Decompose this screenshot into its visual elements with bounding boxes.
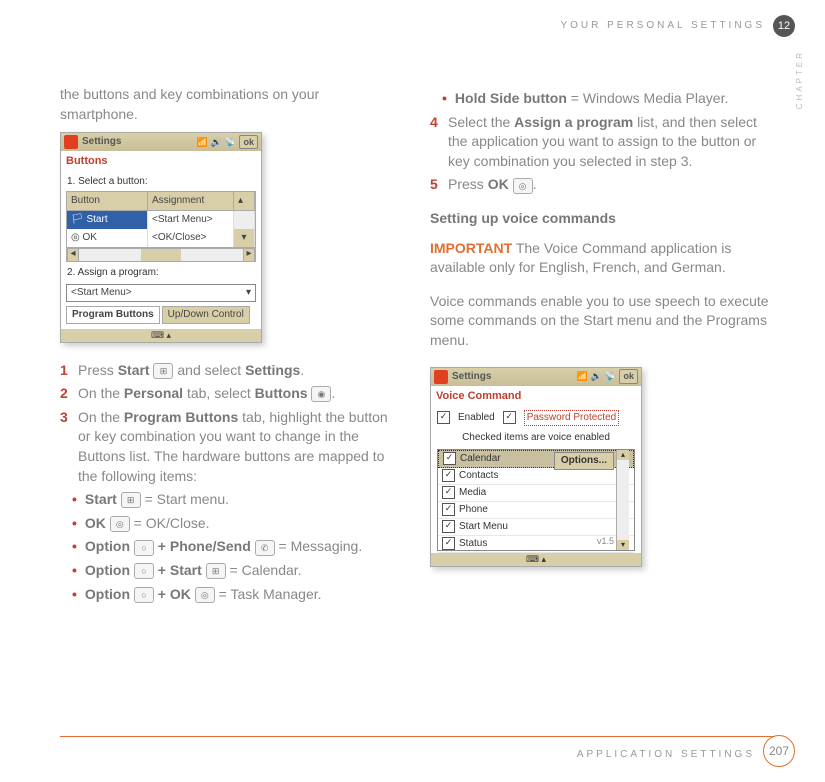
phone-icon: ✆ [255, 540, 275, 556]
start-icon: ⊞ [121, 492, 141, 508]
list-item[interactable]: ✓Phone [438, 502, 634, 519]
scroll-up-arrow[interactable]: ▴ [617, 450, 629, 460]
bullet-ok: • OK ◎ = OK/Close. [72, 514, 400, 534]
list-item[interactable]: ✓Media [438, 485, 634, 502]
list-item[interactable]: ✓Start Menu [438, 519, 634, 536]
ok-row-assign: <OK/Close> [148, 229, 234, 247]
tab-bar: Program Buttons Up/Down Control [66, 306, 256, 324]
options-button[interactable]: Options... [554, 452, 614, 470]
scrollbar-thumb[interactable] [141, 249, 181, 261]
ok-icon: ◎ [513, 178, 533, 194]
option-icon: ○ [134, 540, 154, 556]
scroll-down-arrow[interactable]: ▾ [617, 540, 629, 550]
list-item[interactable]: ✓Contacts [438, 468, 634, 485]
start-icon: ⊞ [206, 563, 226, 579]
option-icon: ○ [134, 563, 154, 579]
titlebar: Settings 📶 🔊 📡 ok [61, 133, 261, 151]
scroll-right-arrow[interactable]: ▸ [243, 249, 255, 261]
footer-text: APPLICATION SETTINGS [577, 749, 755, 760]
bullet-option-ok: • Option ○ + OK ◎ = Task Manager. [72, 585, 400, 605]
scroll-up-arrow[interactable]: ▴ [234, 192, 255, 210]
enabled-checkbox[interactable]: ✓ [437, 411, 450, 424]
window-title: Settings [82, 135, 193, 149]
bullet-start: • Start ⊞ = Start menu. [72, 490, 400, 510]
password-checkbox[interactable]: ✓ [503, 411, 516, 424]
ok-icon: ◎ [195, 587, 215, 603]
voice-paragraph: Voice commands enable you to use speech … [430, 292, 770, 351]
item-checkbox[interactable]: ✓ [442, 486, 455, 499]
important-block: IMPORTANT The Voice Command application … [430, 239, 770, 278]
assign-program-dropdown[interactable]: <Start Menu> ▾ [66, 284, 256, 302]
section-label-voice: Voice Command [431, 386, 641, 407]
tab-program-buttons[interactable]: Program Buttons [66, 306, 160, 324]
screenshot-buttons-settings: Settings 📶 🔊 📡 ok Buttons 1. Select a bu… [60, 132, 262, 342]
start-row-button: 🏳 Start [67, 211, 148, 229]
item-checkbox[interactable]: ✓ [442, 469, 455, 482]
header-section: YOUR PERSONAL SETTINGS [560, 20, 765, 31]
tab-updown-control[interactable]: Up/Down Control [162, 306, 250, 324]
chapter-number-badge: 12 [773, 15, 795, 37]
ok-icon: ◎ [110, 516, 130, 532]
titlebar-ok-button[interactable]: ok [619, 369, 638, 384]
item-checkbox[interactable]: ✓ [442, 537, 455, 550]
voice-items-listbox: ✓Calendar ✓Contacts ✓Media ✓Phone ✓Start… [437, 449, 635, 551]
step-3: 3 On the Program Buttons tab, highlight … [60, 408, 400, 486]
table-row[interactable]: 🏳 Start <Start Menu> [66, 211, 256, 229]
footer-rule [60, 736, 775, 737]
titlebar-ok-button[interactable]: ok [239, 135, 258, 150]
col-header-assignment: Assignment [148, 192, 234, 210]
start-icon: ⊞ [153, 363, 173, 379]
scroll-down-arrow[interactable]: ▾ [234, 229, 255, 247]
item-checkbox[interactable]: ✓ [443, 452, 456, 465]
start-flag-icon [64, 135, 78, 149]
voice-options-row: ✓ Enabled ✓ Password Protected [431, 407, 641, 429]
screenshot-voice-command: Settings 📶 🔊 📡 ok Voice Command ✓ Enable… [430, 367, 642, 567]
version-label: v1.5 [597, 535, 614, 548]
start-row-assign: <Start Menu> [148, 211, 234, 229]
window-title: Settings [452, 370, 573, 384]
right-column: • Hold Side button = Windows Media Playe… [430, 85, 770, 608]
option-icon: ○ [134, 587, 154, 603]
page-number: 207 [763, 735, 795, 767]
section-label-buttons: Buttons [61, 151, 261, 172]
titlebar: Settings 📶 🔊 📡 ok [431, 368, 641, 386]
ok-row-button: ◎ OK [67, 229, 148, 247]
buttons-icon: ◉ [311, 386, 331, 402]
bullet-option-start: • Option ○ + Start ⊞ = Calendar. [72, 561, 400, 581]
chapter-label-vertical: CHAPTER [795, 50, 804, 109]
status-icons: 📶 🔊 📡 [197, 136, 236, 149]
dropdown-value: <Start Menu> [71, 286, 132, 300]
col-header-button: Button [67, 192, 148, 210]
item-checkbox[interactable]: ✓ [442, 520, 455, 533]
keyboard-icon[interactable]: ⌨ ▴ [431, 553, 641, 566]
table-row[interactable]: ◎ OK <OK/Close> ▾ [66, 229, 256, 248]
assign-program-label: 2. Assign a program: [61, 264, 261, 282]
step-1: 1 Press Start ⊞ and select Settings. [60, 361, 400, 381]
horizontal-scrollbar[interactable]: ◂ ▸ [66, 248, 256, 262]
keyboard-icon[interactable]: ⌨ ▴ [61, 329, 261, 342]
vertical-scrollbar[interactable]: ▴ ▾ [616, 450, 629, 550]
start-flag-icon [434, 370, 448, 384]
password-protected-label: Password Protected [524, 410, 620, 426]
intro-text: the buttons and key combinations on your… [60, 85, 400, 124]
enabled-label: Enabled [458, 411, 495, 425]
bullet-hold-side: • Hold Side button = Windows Media Playe… [442, 89, 770, 109]
status-icons: 📶 🔊 📡 [577, 370, 616, 383]
step-4: 4 Select the Assign a program list, and … [430, 113, 770, 172]
select-button-label: 1. Select a button: [61, 173, 261, 191]
chevron-down-icon: ▾ [246, 286, 251, 300]
step-2: 2 On the Personal tab, select Buttons ◉. [60, 384, 400, 404]
step-5: 5 Press OK ◎. [430, 175, 770, 195]
bullet-option-phone: • Option ○ + Phone/Send ✆ = Messaging. [72, 537, 400, 557]
section-title-voice: Setting up voice commands [430, 209, 770, 229]
left-column: the buttons and key combinations on your… [60, 85, 400, 608]
scroll-left-arrow[interactable]: ◂ [67, 249, 79, 261]
buttons-table-header: Button Assignment ▴ [66, 191, 256, 211]
voice-subtitle: Checked items are voice enabled [431, 429, 641, 447]
item-checkbox[interactable]: ✓ [442, 503, 455, 516]
